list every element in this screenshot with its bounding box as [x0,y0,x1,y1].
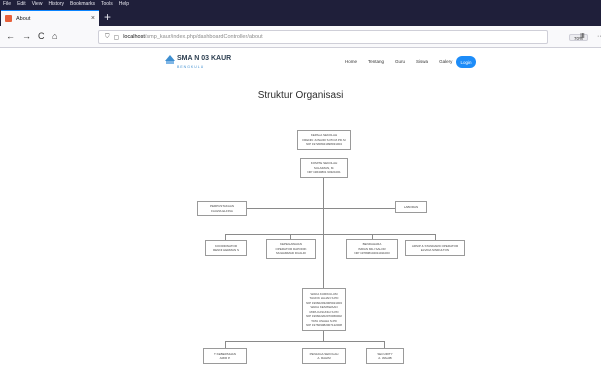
connector-line [323,331,324,341]
zoom-level-badge[interactable]: 70% [569,34,589,41]
page-actions-icon[interactable]: ··· [597,32,601,42]
menu-tools[interactable]: Tools [101,0,113,9]
org-box-line: MUHAMMAD DUALDI [276,251,306,256]
forward-button[interactable]: → [22,30,31,43]
menu-file[interactable]: File [3,0,11,9]
tab-strip: About × + [0,9,601,26]
org-box-koordinator: KOORDINATOR RENNI HERMAN S [205,240,247,256]
org-box-line: LABORAN [403,204,419,209]
menu-view[interactable]: View [32,0,43,9]
connector-line [225,341,226,348]
menu-edit[interactable]: Edit [17,0,26,9]
connector-line [225,234,435,235]
menu-history[interactable]: History [48,0,64,9]
org-box-kepegawaian: KEPEGAWAIAN OPERATOR DAPODIK MUHAMMAD DU… [266,239,316,259]
close-tab-icon[interactable]: × [91,15,95,22]
org-chart: KEPALA SEKOLAH FRENKI JUNAIDI S.PD.M.PD.… [0,48,601,383]
org-box-line: FAUZIA ELFINA [211,208,233,213]
org-box-security: SECURITY A. WAHIB [366,348,404,364]
new-tab-button[interactable]: + [104,10,111,24]
org-box-perpustakaan: PERPUSTAKAAN FAUZIA ELFINA [197,201,247,216]
org-box-line: NIP 197208041998031004 [306,142,342,147]
url-path: /smp_kaur/index.php/dashboardController/… [144,34,263,40]
org-box-line: NIP 197808102011011003 [354,251,390,256]
navigation-toolbar: ← → C ⌂ ⛉ ▢ localhost /smp_kaur/index.ph… [0,26,601,48]
url-host: localhost [123,34,145,40]
org-box-line: ELVIDA SINDULTON [420,248,450,252]
connector-line [225,208,410,209]
connector-line [323,158,324,308]
page-info-icon[interactable]: ▢ [114,34,120,41]
org-box-kebersihan: T KEBERSIHAN AMIR P. [203,348,247,364]
tab-title: About [16,15,31,22]
org-box-line: RENNI HERMAN S [212,248,239,252]
org-box-wakasek: WAKA KURIKULUM TAUFIK HAJAN S.PD NIP 196… [302,288,346,331]
org-box-line: NIP 19640801 90321001 [307,170,341,175]
menu-help[interactable]: Help [119,0,129,9]
shield-icon[interactable]: ⛉ [105,34,110,41]
org-box-line: AMIR P. [219,356,231,360]
home-button[interactable]: ⌂ [52,30,57,43]
connector-line [384,341,385,348]
menu-bar: File Edit View History Bookmarks Tools H… [0,0,601,9]
org-box-kepala-sekolah: KEPALA SEKOLAH FRENKI JUNAIDI S.PD.M.PD.… [297,130,351,150]
reload-button[interactable]: C [38,30,45,43]
url-bar[interactable]: ⛉ ▢ localhost /smp_kaur/index.php/dashbo… [98,30,601,44]
org-box-komite: KOMITE SEKOLAH SULAIMAN, M. NIP 19640801… [300,158,348,178]
back-button[interactable]: ← [6,30,15,43]
favicon-icon [5,15,12,22]
org-box-line: A. WAHIB [378,356,392,360]
org-box-line: NIP 197609082007122008 [306,323,342,327]
tab-about[interactable]: About × [1,10,99,26]
org-box-bendahara: BENDAHARA IMRAN MILI SALOR NIP 197808102… [346,239,398,259]
org-box-penjaga: PENJAGA SEKOLAH A. RAHIM [302,348,346,364]
connector-line [225,341,385,342]
library-icon[interactable]: Ⅲ [580,30,585,43]
org-box-line: A. RAHIM [317,356,331,360]
menu-bookmarks[interactable]: Bookmarks [70,0,95,9]
org-box-arsip: ARSIP & STANDARD OPERATOR ELVIDA SINDULT… [405,240,465,256]
page-content: SMA N 03 KAUR BENGKULU Home Tentang Guru… [0,48,601,383]
org-box-laboran: LABORAN [395,201,427,213]
